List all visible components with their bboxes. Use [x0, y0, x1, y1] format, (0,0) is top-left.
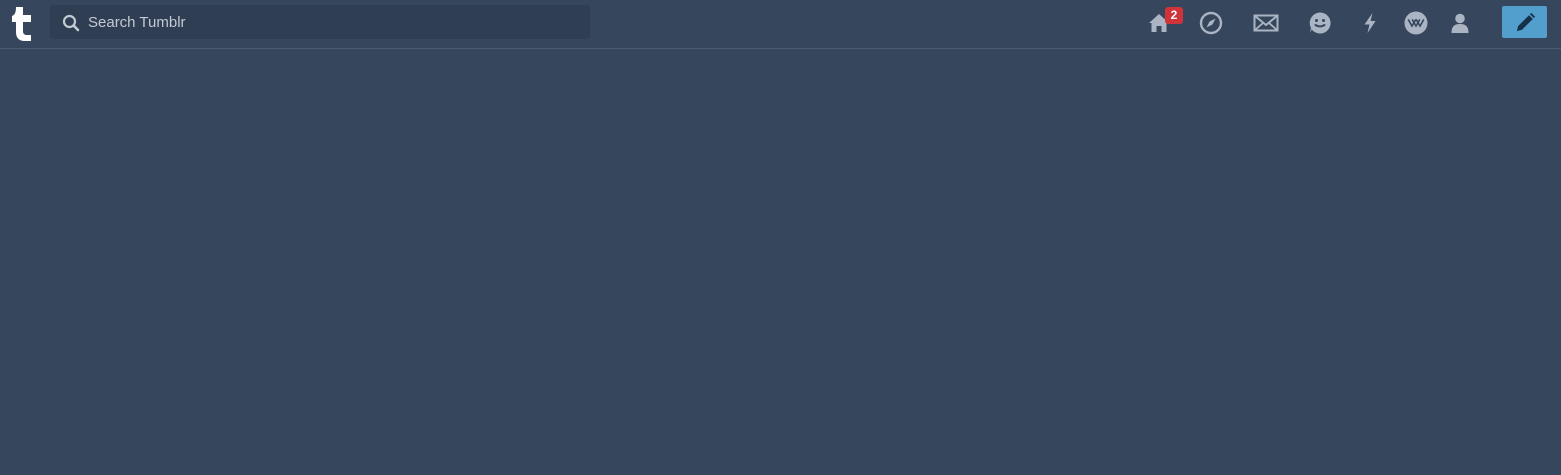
search-input[interactable] [88, 5, 578, 39]
mail-icon[interactable] [1253, 10, 1279, 36]
lightning-icon[interactable] [1357, 10, 1383, 36]
account-badge-icon[interactable] [1403, 10, 1429, 36]
dashboard-main-area [0, 50, 1561, 475]
pencil-icon [1517, 12, 1536, 31]
compose-post-button[interactable] [1502, 6, 1547, 38]
user-icon[interactable] [1447, 10, 1473, 36]
top-navigation-bar: 2 [0, 0, 1561, 49]
search-box[interactable] [50, 5, 590, 39]
search-icon [62, 14, 80, 32]
home-notification-badge: 2 [1165, 7, 1183, 24]
tumblr-logo-icon[interactable] [8, 4, 34, 42]
smiley-chat-icon[interactable] [1307, 10, 1333, 36]
compass-icon[interactable] [1198, 10, 1224, 36]
